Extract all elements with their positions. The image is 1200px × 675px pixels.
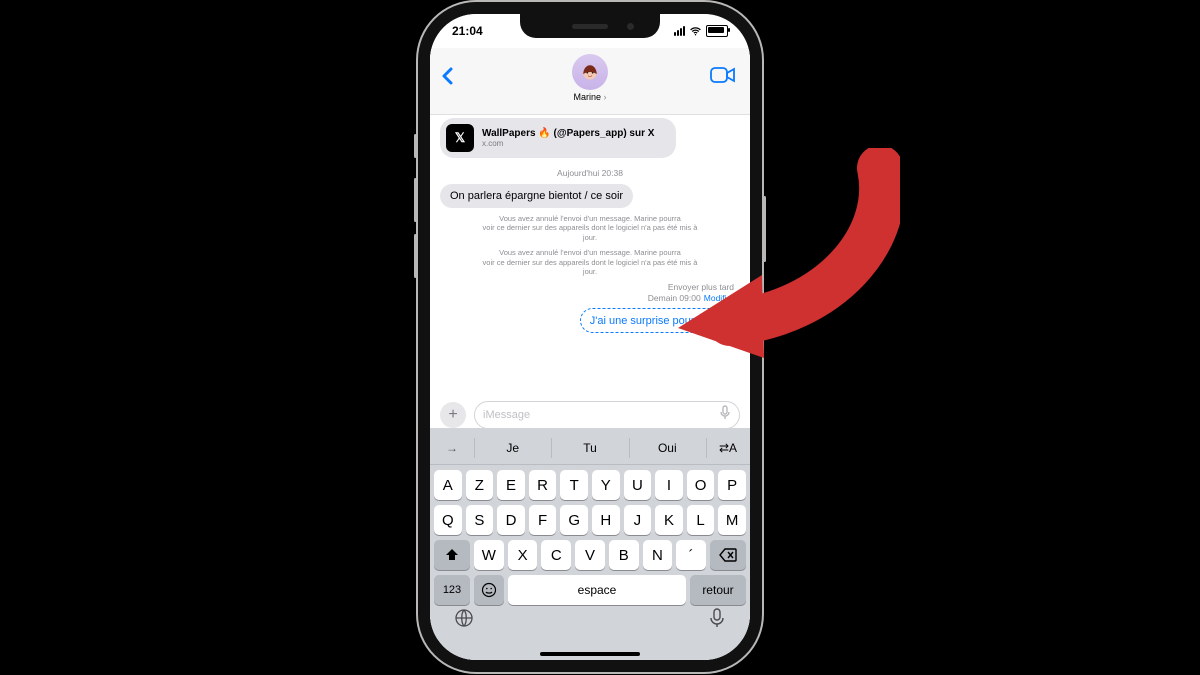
key[interactable]: W [474, 540, 504, 570]
volume-up-button [414, 178, 417, 222]
notch [520, 14, 660, 38]
clock: 21:04 [452, 24, 483, 38]
suggestion[interactable]: Je [474, 432, 551, 464]
key[interactable]: E [497, 470, 525, 500]
key[interactable]: F [529, 505, 557, 535]
emoji-key[interactable] [474, 575, 504, 605]
key[interactable]: H [592, 505, 620, 535]
suggestion[interactable]: Oui [629, 432, 706, 464]
backspace-key[interactable] [710, 540, 746, 570]
battery-icon [706, 25, 728, 37]
key[interactable]: Z [466, 470, 494, 500]
keyboard-row-2: QSDFGHJKLM [430, 500, 750, 535]
key[interactable]: T [560, 470, 588, 500]
key[interactable]: Y [592, 470, 620, 500]
key[interactable]: J [624, 505, 652, 535]
key[interactable]: P [718, 470, 746, 500]
key[interactable]: O [687, 470, 715, 500]
incoming-message[interactable]: On parlera épargne bientot / ce soir [440, 184, 633, 208]
suggestion[interactable]: Tu [551, 432, 628, 464]
key[interactable]: N [643, 540, 673, 570]
keyboard-dock [430, 605, 750, 635]
key[interactable]: K [655, 505, 683, 535]
globe-icon[interactable] [454, 608, 474, 633]
dictation-icon[interactable] [719, 405, 731, 426]
key[interactable]: L [687, 505, 715, 535]
home-indicator[interactable] [540, 652, 640, 656]
facetime-button[interactable] [710, 66, 736, 89]
link-thumb: 𝕏 [446, 124, 474, 152]
key[interactable]: X [508, 540, 538, 570]
key[interactable]: M [718, 505, 746, 535]
attach-button[interactable]: + [440, 402, 466, 428]
key[interactable]: Q [434, 505, 462, 535]
suggestion-expand[interactable]: → [430, 432, 474, 464]
key[interactable]: A [434, 470, 462, 500]
key[interactable]: R [529, 470, 557, 500]
key[interactable]: ´ [676, 540, 706, 570]
suggestion-bar: → Je Tu Oui ⇄A [430, 432, 750, 465]
message-input[interactable]: iMessage [474, 401, 740, 429]
suggestion-lang[interactable]: ⇄A [706, 432, 750, 464]
contact-avatar [572, 54, 608, 90]
contact-name: Marine [572, 92, 608, 102]
key[interactable]: C [541, 540, 571, 570]
cellular-icon [674, 26, 685, 36]
keyboard-row-4: W X C V B N ´ [430, 535, 750, 570]
link-preview-card[interactable]: 𝕏 WallPapers 🔥 (@Papers_app) sur X x.com [440, 118, 676, 158]
mute-switch [414, 134, 417, 158]
conversation-header: Marine [430, 48, 750, 115]
key[interactable]: D [497, 505, 525, 535]
key[interactable]: G [560, 505, 588, 535]
wifi-icon [689, 25, 702, 38]
key[interactable]: I [655, 470, 683, 500]
message-composer: + iMessage [430, 398, 750, 432]
key[interactable]: B [609, 540, 639, 570]
keyboard-row-5: 123 espace retour [430, 570, 750, 605]
mic-icon[interactable] [708, 607, 726, 634]
annotation-arrow [670, 148, 900, 358]
keyboard-row-1: AZERTYUIOP [430, 465, 750, 500]
keyboard: → Je Tu Oui ⇄A AZERTYUIOP QSDFGHJKLM W X… [430, 428, 750, 660]
contact-header[interactable]: Marine [572, 54, 608, 102]
back-button[interactable] [440, 66, 456, 91]
message-placeholder: iMessage [483, 409, 530, 421]
key[interactable]: V [575, 540, 605, 570]
key[interactable]: U [624, 470, 652, 500]
volume-down-button [414, 234, 417, 278]
space-key[interactable]: espace [508, 575, 686, 605]
numbers-key[interactable]: 123 [434, 575, 470, 605]
shift-key[interactable] [434, 540, 470, 570]
link-title: WallPapers 🔥 (@Papers_app) sur X [482, 128, 654, 140]
link-domain: x.com [482, 139, 654, 148]
return-key[interactable]: retour [690, 575, 746, 605]
key[interactable]: S [466, 505, 494, 535]
